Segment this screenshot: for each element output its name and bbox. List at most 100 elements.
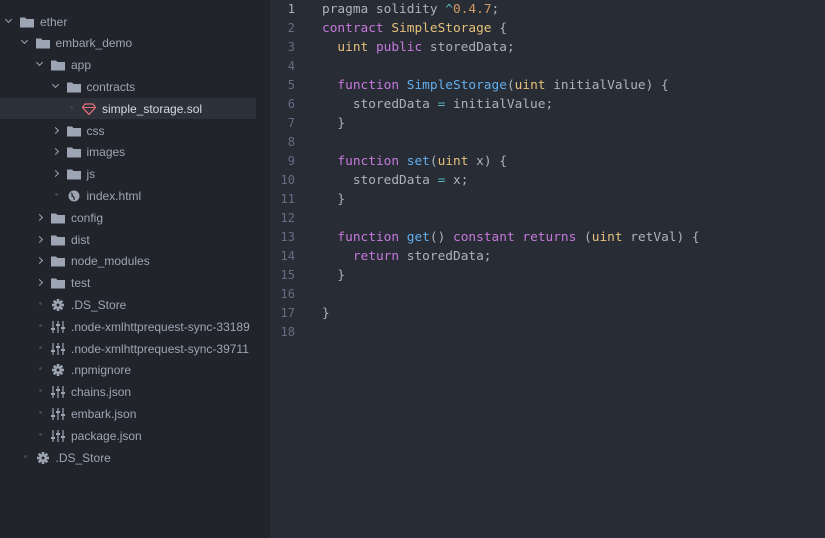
sliders-icon — [51, 407, 65, 420]
chevron-right-icon[interactable] — [51, 125, 61, 137]
code-line[interactable]: return storedData; — [322, 247, 492, 266]
code-token: set — [406, 154, 430, 169]
gear-icon — [36, 451, 50, 464]
tree-file-node-xmlhttprequest-sync-39711[interactable]: .node-xmlhttprequest-sync-39711 — [0, 338, 256, 359]
code-line[interactable]: contract SimpleStorage { — [322, 19, 507, 38]
code-line[interactable]: } — [322, 304, 330, 323]
tree-folder-app[interactable]: app — [0, 55, 256, 76]
code-line[interactable]: function get() constant returns (uint re… — [322, 228, 699, 247]
code-token: public — [375, 40, 423, 55]
chevron-right-icon[interactable] — [35, 234, 45, 246]
chevron-down-icon[interactable] — [4, 16, 14, 28]
code-token: constant — [453, 230, 515, 245]
code-editor[interactable]: 1 2 3 4 5 6 7 8 9 10 11 12 13 14 15 16 17 18 pragma solid… — [270, 0, 825, 538]
code-token: get — [406, 230, 430, 245]
tree-file-npmignore[interactable]: .npmignore — [0, 360, 256, 381]
code-token: uint — [337, 40, 369, 55]
code-line[interactable]: } — [322, 266, 345, 285]
code-line[interactable]: storedData = initialValue; — [322, 95, 553, 114]
code-token: ^ — [445, 2, 453, 17]
code-token: initialValue; — [445, 97, 554, 112]
code-token: () — [429, 230, 454, 245]
folder-icon — [35, 37, 50, 49]
tree-item-label: package.json — [71, 428, 142, 443]
folder-icon — [51, 234, 65, 246]
chevron-right-icon[interactable] — [35, 212, 45, 224]
code-token: uint — [591, 230, 623, 245]
chevron-down-icon[interactable] — [35, 59, 45, 71]
code-line[interactable]: function SimpleStorage(uint initialValue… — [322, 76, 669, 95]
chevron-right-icon[interactable] — [35, 277, 45, 289]
tree-file-ds-store[interactable]: .DS_Store — [0, 294, 256, 315]
folder-icon — [51, 255, 65, 267]
tree-file-node-xmlhttprequest-sync-33189[interactable]: .node-xmlhttprequest-sync-33189 — [0, 316, 256, 337]
chevron-right-icon[interactable] — [51, 168, 61, 180]
tree-folder-css[interactable]: css — [0, 120, 256, 141]
indent-guide-dot — [35, 408, 45, 420]
gear-icon — [51, 364, 65, 377]
chevron-down-icon[interactable] — [51, 81, 61, 93]
code-line[interactable]: uint public storedData; — [322, 38, 514, 57]
tree-item-label: dist — [71, 232, 90, 247]
tree-folder-dist[interactable]: dist — [0, 229, 256, 250]
code-token: initialValue) { — [545, 78, 669, 93]
tree-folder-contracts[interactable]: contracts — [0, 76, 256, 97]
code-token: contract — [322, 21, 392, 36]
tree-folder-images[interactable]: images — [0, 142, 256, 163]
tree-file-simple-storage-sol[interactable]: simple_storage.sol — [0, 98, 256, 120]
tree-file-chains-json[interactable]: chains.json — [0, 382, 256, 403]
tree-item-label: .npmignore — [71, 363, 132, 378]
code-token: storedData — [322, 173, 438, 188]
sliders-icon — [51, 429, 65, 442]
sliders-icon — [51, 386, 65, 399]
tree-view[interactable]: ether embark_demoapp contracts simple_stora… — [0, 0, 270, 538]
line-number: 18 — [280, 325, 295, 339]
chevron-down-icon[interactable] — [20, 37, 30, 49]
tree-item-label: ether — [40, 14, 68, 29]
indent-guide-dot — [51, 190, 61, 202]
globe-icon — [67, 190, 81, 202]
tree-folder-test[interactable]: test — [0, 273, 256, 294]
code-line[interactable]: } — [322, 190, 345, 209]
tree-folder-config[interactable]: config — [0, 207, 256, 228]
code-token: uint — [437, 154, 469, 169]
indent-guide-dot — [35, 299, 45, 311]
tree-item-label: images — [86, 145, 126, 160]
code-line[interactable]: function set(uint x) { — [322, 152, 507, 171]
tree-file-index-html[interactable]: index.html — [0, 185, 256, 206]
tree-folder-ether[interactable]: ether — [0, 11, 256, 32]
tree-file-embark-json[interactable]: embark.json — [0, 403, 256, 424]
sliders-icon — [51, 342, 65, 355]
code-token: 0.4.7 — [453, 2, 492, 17]
tree-folder-js[interactable]: js — [0, 164, 256, 185]
chevron-right-icon[interactable] — [35, 255, 45, 267]
line-number: 13 — [280, 230, 295, 244]
code-line[interactable]: } — [322, 114, 345, 133]
code-token: uint — [514, 78, 546, 93]
chevron-right-icon[interactable] — [51, 146, 61, 158]
gear-icon — [51, 298, 65, 311]
tree-file-ds-store[interactable]: .DS_Store — [0, 447, 256, 468]
tree-item-label: js — [86, 167, 96, 182]
code-token: return — [352, 249, 400, 264]
line-number: 2 — [287, 21, 295, 35]
tree-item-label: embark_demo — [55, 36, 133, 51]
code-line[interactable]: pragma solidity ^0.4.7; — [322, 0, 499, 19]
line-number: 6 — [287, 97, 295, 111]
atom-window: ether embark_demoapp contracts simple_stora… — [0, 0, 825, 538]
tree-item-label: index.html — [86, 188, 142, 203]
tree-folder-node-modules[interactable]: node_modules — [0, 251, 256, 272]
line-number: 11 — [280, 192, 295, 206]
tree-folder-embark-demo[interactable]: embark_demo — [0, 33, 256, 54]
code-token: returns — [522, 230, 577, 245]
line-number: 14 — [280, 249, 295, 263]
tree-file-package-json[interactable]: package.json — [0, 425, 256, 446]
code-token: } — [322, 116, 346, 131]
tree-item-label: node_modules — [71, 254, 150, 269]
code-line[interactable]: storedData = x; — [322, 171, 469, 190]
code-token: storedData — [322, 97, 438, 112]
